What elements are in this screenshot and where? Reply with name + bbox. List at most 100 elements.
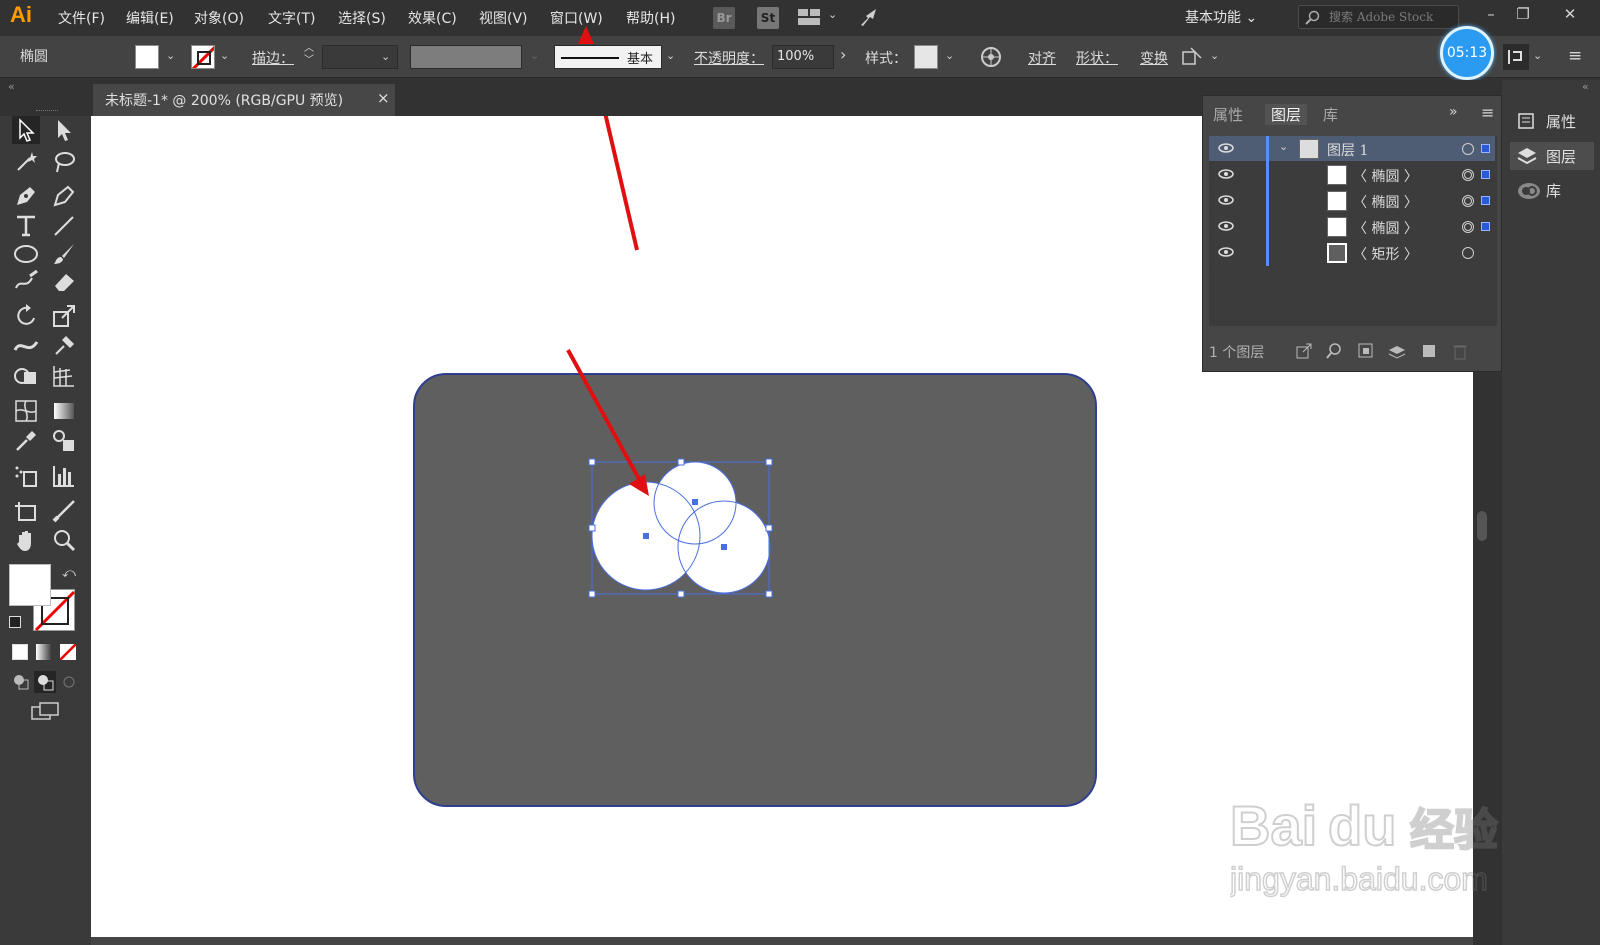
scroll-thumb[interactable]: [1477, 511, 1487, 541]
stroke-dropdown-icon[interactable]: ⌄: [220, 49, 229, 62]
selection-indicator[interactable]: [1481, 144, 1490, 153]
default-colors-icon[interactable]: [9, 616, 21, 628]
gradient-mode-icon[interactable]: [36, 644, 52, 660]
layer-name[interactable]: 〈 椭圆 〉: [1353, 218, 1418, 238]
new-layer-icon[interactable]: [1421, 342, 1439, 360]
clipping-mask-icon[interactable]: [1357, 342, 1375, 360]
stock-search-input[interactable]: 搜索 Adobe Stock: [1298, 5, 1459, 29]
hand-tool-icon[interactable]: [12, 527, 40, 555]
stock-badge[interactable]: St: [757, 7, 779, 29]
isolate-dropdown-icon[interactable]: ⌄: [1210, 49, 1219, 62]
tab-layers[interactable]: 图层: [1265, 104, 1308, 125]
swap-fill-stroke-icon[interactable]: ⤺: [62, 566, 76, 581]
bridge-badge[interactable]: Br: [713, 7, 735, 29]
shaper-tool-icon[interactable]: [12, 268, 40, 296]
chevron-right-icon[interactable]: ›: [840, 45, 846, 64]
chevron-down-icon[interactable]: ⌄: [1279, 140, 1288, 153]
selection-tool-icon[interactable]: [12, 116, 40, 144]
target-circle-icon[interactable]: [1462, 195, 1474, 207]
dock-item-libraries[interactable]: 库: [1510, 176, 1594, 204]
menu-effect[interactable]: 效果(C): [408, 8, 457, 28]
transform-button[interactable]: 变换: [1140, 48, 1168, 68]
slice-tool-icon[interactable]: [50, 497, 78, 525]
panel-menu-icon[interactable]: ≡: [1481, 103, 1494, 122]
style-dropdown-icon[interactable]: ⌄: [945, 49, 954, 62]
target-circle-icon[interactable]: [1462, 221, 1474, 233]
target-circle-icon[interactable]: [1462, 143, 1474, 155]
symbol-sprayer-tool-icon[interactable]: [12, 462, 40, 490]
opacity-label[interactable]: 不透明度：: [694, 48, 764, 68]
collapse-panel-icon[interactable]: »: [1449, 104, 1458, 120]
menu-file[interactable]: 文件(F): [58, 8, 105, 28]
tab-libraries[interactable]: 库: [1323, 104, 1338, 125]
dock-item-layers[interactable]: 图层: [1510, 142, 1594, 170]
menu-select[interactable]: 选择(S): [338, 8, 386, 28]
restore-button[interactable]: ❐: [1508, 2, 1538, 26]
fill-dropdown-icon[interactable]: ⌄: [166, 49, 175, 62]
type-tool-icon[interactable]: [12, 212, 40, 240]
lasso-tool-icon[interactable]: [50, 148, 78, 176]
new-sublayer-icon[interactable]: [1387, 342, 1407, 360]
stroke-weight-field[interactable]: ⌄: [322, 45, 398, 69]
shape-button[interactable]: 形状：: [1076, 48, 1118, 68]
menu-type[interactable]: 文字(T): [268, 8, 315, 28]
zoom-tool-icon[interactable]: [50, 527, 78, 555]
eraser-tool-icon[interactable]: [50, 268, 78, 296]
visibility-eye-icon[interactable]: [1218, 168, 1234, 180]
rounded-rectangle[interactable]: [413, 373, 1097, 807]
brush-definition[interactable]: 基本: [554, 45, 662, 69]
recolor-artwork-icon[interactable]: [980, 46, 1002, 72]
selection-indicator[interactable]: [1481, 222, 1490, 231]
puppet-warp-tool-icon[interactable]: [50, 332, 78, 360]
tab-close-button[interactable]: ×: [377, 89, 390, 107]
stroke-weight-stepper[interactable]: ︿ ﹀: [304, 43, 314, 67]
target-circle-icon[interactable]: [1462, 247, 1474, 259]
arrange-documents-icon[interactable]: [798, 9, 820, 29]
toolbar-grip[interactable]: [36, 110, 58, 113]
delete-layer-icon[interactable]: [1451, 342, 1469, 360]
draw-normal-icon[interactable]: [12, 673, 30, 691]
workspace-switcher[interactable]: 基本功能 ⌄: [1185, 7, 1257, 27]
layer-row-ellipse-2[interactable]: 〈 椭圆 〉: [1209, 188, 1495, 214]
selection-indicator[interactable]: [1481, 196, 1490, 205]
align-button[interactable]: 对齐: [1028, 48, 1056, 68]
close-button[interactable]: ✕: [1555, 2, 1585, 26]
gradient-tool-icon[interactable]: [50, 397, 78, 425]
rocket-icon[interactable]: [858, 6, 880, 32]
minimize-button[interactable]: –: [1476, 2, 1506, 26]
layer-row-ellipse-1[interactable]: 〈 椭圆 〉: [1209, 162, 1495, 188]
pen-tool-icon[interactable]: [12, 182, 40, 210]
ellipse-tool-icon[interactable]: [12, 240, 40, 268]
artboard-tool-icon[interactable]: [12, 497, 40, 525]
locate-object-icon[interactable]: [1325, 342, 1343, 360]
eyedropper-tool-icon[interactable]: [12, 427, 40, 455]
line-segment-tool-icon[interactable]: [50, 212, 78, 240]
layer-row-rectangle[interactable]: 〈 矩形 〉: [1209, 240, 1495, 266]
direct-selection-tool-icon[interactable]: [50, 116, 78, 144]
isolate-icon[interactable]: [1181, 46, 1203, 72]
export-icon[interactable]: [1295, 342, 1313, 360]
color-mode-icon[interactable]: [12, 644, 28, 660]
width-tool-icon[interactable]: [12, 332, 40, 360]
visibility-eye-icon[interactable]: [1218, 142, 1234, 154]
draw-behind-icon[interactable]: [34, 671, 56, 693]
menu-help[interactable]: 帮助(H): [626, 8, 675, 28]
fill-swatch[interactable]: [135, 45, 159, 69]
stroke-label[interactable]: 描边：: [252, 48, 294, 68]
curvature-tool-icon[interactable]: [50, 182, 78, 210]
collapse-icon[interactable]: «: [8, 80, 15, 93]
layer-name[interactable]: 〈 椭圆 〉: [1353, 166, 1418, 186]
perspective-grid-tool-icon[interactable]: [50, 362, 78, 390]
selection-indicator[interactable]: [1481, 170, 1490, 179]
panel-menu-icon[interactable]: ≡: [1568, 46, 1582, 66]
layer-name[interactable]: 〈 椭圆 〉: [1353, 192, 1418, 212]
dock-item-properties[interactable]: 属性: [1510, 107, 1594, 135]
screen-mode-icon[interactable]: [30, 701, 60, 723]
magic-wand-tool-icon[interactable]: [12, 148, 40, 176]
chevron-down-icon[interactable]: ⌄: [828, 8, 837, 21]
layer-row-layer-1[interactable]: ⌄ 图层 1: [1209, 136, 1495, 162]
arrange-icon[interactable]: [1503, 44, 1529, 74]
visibility-eye-icon[interactable]: [1218, 194, 1234, 206]
menu-object[interactable]: 对象(O): [194, 8, 244, 28]
paintbrush-tool-icon[interactable]: [50, 240, 78, 268]
